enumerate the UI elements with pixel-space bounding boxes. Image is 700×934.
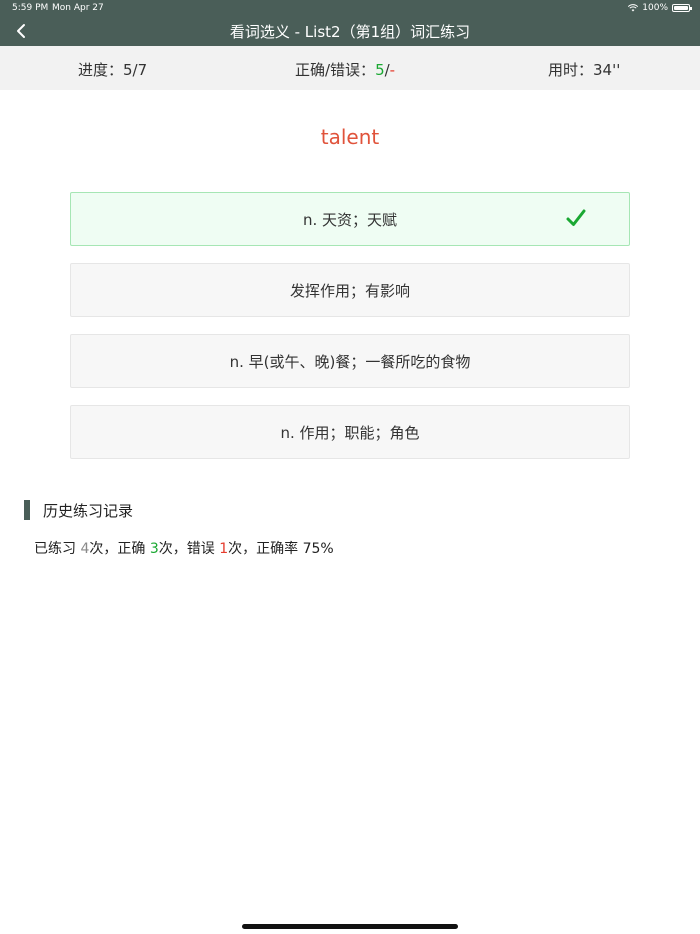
answer-option-text: 发挥作用；有影响 (289, 281, 410, 300)
checkmark-icon (566, 209, 586, 226)
progress-stat: 进度：5/7 (78, 59, 147, 80)
status-date: Mon Apr 27 (52, 3, 104, 13)
time-label: 用时： (548, 61, 594, 79)
wifi-icon (628, 4, 639, 12)
answer-option-text: n. 作用；职能；角色 (280, 423, 420, 442)
correct-suffix: 次，错误 (158, 541, 220, 557)
answer-option-1[interactable]: n. 天资；天赋 (70, 192, 630, 246)
status-bar: 5:59 PM Mon Apr 27 100% (0, 0, 700, 16)
answer-option-4[interactable]: n. 作用；职能；角色 (70, 405, 630, 459)
question-word: talent (320, 125, 380, 149)
history-correct-count: 3 (149, 541, 159, 557)
accuracy-rate: 75% (302, 541, 334, 557)
wrong-suffix: 次，正确率 (228, 541, 303, 557)
history-heading: 历史练习记录 (24, 500, 133, 520)
time-value: 34'' (593, 61, 621, 79)
status-time: 5:59 PM (12, 3, 49, 13)
page-title: 看词选义 - List2（第1组）词汇练习 (229, 23, 471, 41)
answer-option-text: n. 天资；天赋 (302, 210, 398, 229)
answer-option-2[interactable]: 发挥作用；有影响 (70, 263, 630, 317)
home-indicator[interactable] (242, 924, 458, 929)
history-wrong-count: 1 (219, 541, 229, 557)
score-label: 正确/错误： (295, 61, 376, 79)
answer-option-text: n. 早(或午、晚)餐；一餐所吃的食物 (229, 352, 471, 371)
progress-value: 5/7 (123, 61, 148, 79)
wrong-count: - (389, 61, 396, 79)
score-stat: 正确/错误：5/- (295, 59, 395, 80)
battery-percent: 100% (642, 3, 668, 13)
correct-count: 5 (375, 61, 385, 79)
progress-label: 进度： (78, 61, 124, 79)
section-marker (24, 500, 30, 520)
stats-bar: 进度：5/7 正确/错误：5/- 用时：34'' (0, 46, 700, 90)
practiced-suffix: 次，正确 (89, 541, 150, 557)
history-title: 历史练习记录 (43, 501, 134, 520)
answer-option-3[interactable]: n. 早(或午、晚)餐；一餐所吃的食物 (70, 334, 630, 388)
battery-icon (672, 4, 692, 12)
history-prefix: 已练习 (34, 541, 81, 557)
nav-bar: 看词选义 - List2（第1组）词汇练习 (0, 16, 700, 46)
status-right: 100% (628, 3, 692, 13)
history-summary: 已练习 4次，正确 3次，错误 1次，正确率 75% (34, 538, 334, 558)
time-stat: 用时：34'' (548, 59, 620, 80)
